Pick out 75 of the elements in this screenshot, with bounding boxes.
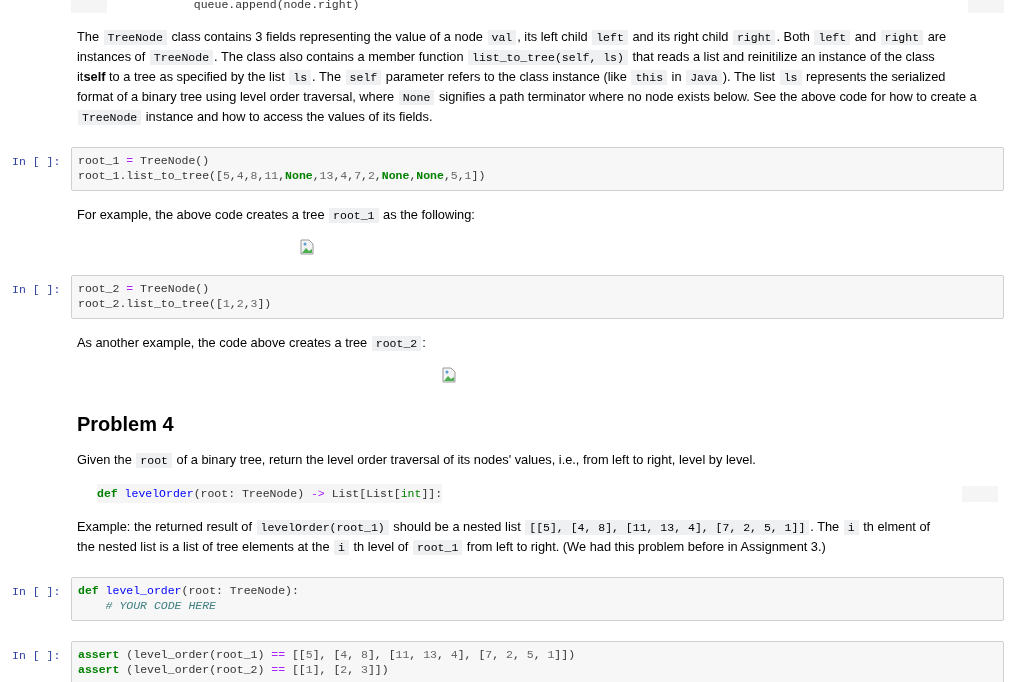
paragraph-text: itself to a tree as specified by the list (77, 69, 286, 84)
inline-code: [[5], [4, 8], [11, 13, 4], [7, 2, 5, 1]] (525, 520, 810, 535)
paragraph-text: in (670, 69, 683, 84)
inline-code: levelOrder(root_1) (256, 520, 389, 535)
paragraph-text: . The class also contains a member function (214, 49, 465, 64)
paragraph-text: represents the serialized (805, 69, 946, 84)
code-line: # YOUR CODE HERE (104, 598, 218, 613)
inline-code: ls (779, 70, 802, 85)
code-line: assert (level_order(root_2) == [[1], [2, 3]]) (78, 662, 390, 677)
paragraph-text: signifies a path terminator where no node exists below. See the above code for how to create a (437, 89, 977, 104)
cell-prompt: In [ ]: (12, 648, 62, 662)
paragraph-text: . The (810, 519, 841, 534)
broken-image-icon (441, 367, 457, 383)
paragraph-text: For example, the above code creates a tree (77, 207, 326, 222)
section-heading: Problem 4 (76, 413, 175, 436)
paragraph-text: parameter refers to the class instance (like (384, 69, 628, 84)
cell-prompt: In [ ]: (12, 154, 62, 168)
paragraph-text: , its left child (517, 29, 589, 44)
paragraph-text: and (853, 29, 877, 44)
code-cell[interactable]: root_1 = TreeNode() root_1.list_to_tree([5,4,8,11,None,13,4,7,2,None,None,5,1]) (71, 147, 1004, 191)
paragraph-text: th level of (352, 539, 410, 554)
paragraph-text: th elment of (862, 519, 931, 534)
paragraph-text: : (422, 335, 426, 350)
inline-code: root_1 (329, 208, 379, 223)
paragraph-text: of a binary tree, return the level order traversal of its nodes' values, i.e., from left to right, level by level. (175, 452, 756, 467)
inline-code: val (487, 30, 517, 45)
inline-code: left (814, 30, 851, 45)
code-line: root_1.list_to_tree([5,4,8,11,None,13,4,7,2,None,None,5,1]) (78, 168, 487, 183)
paragraph-text: instance and how to access the values of its fields. (144, 109, 433, 124)
inline-code: left (592, 30, 628, 45)
paragraph-text: Given the (77, 452, 133, 467)
inline-code: i (334, 540, 349, 555)
code-cell[interactable]: root_2 = TreeNode() root_2.list_to_tree([1,2,3]) (71, 275, 1004, 319)
broken-image-icon (299, 239, 315, 255)
inline-code: this (631, 70, 668, 85)
inline-code: TreeNode (103, 30, 167, 45)
code-line: root_1 = TreeNode() (78, 153, 211, 168)
inline-code: right (880, 30, 924, 45)
code-line: root_2 = TreeNode() (78, 281, 211, 296)
code-line: def level_order(root: TreeNode): (78, 583, 300, 598)
inline-code: list_to_tree(self, ls) (468, 50, 628, 65)
paragraph-text: are (926, 29, 947, 44)
inline-code: right (732, 30, 776, 45)
code-cell[interactable]: assert (level_order(root_1) == [[5], [4, 8], [11, 13, 4], [7, 2, 5, 1]]) assert (level_order(root_2) == [[1], [2, 3]]) (71, 641, 1004, 682)
inline-code: i (843, 520, 859, 535)
inline-code: ls (289, 70, 312, 85)
code-line: assert (level_order(root_1) == [[5], [4, 8], [11, 13, 4], [7, 2, 5, 1]]) (78, 647, 577, 662)
cell-prompt: In [ ]: (12, 584, 62, 598)
inline-code: self (345, 70, 382, 85)
inline-code: root_2 (371, 336, 422, 351)
paragraph-text: the nested list is a list of tree elements at the (77, 539, 331, 554)
inline-code: root_1 (412, 540, 463, 555)
inline-code: TreeNode (78, 110, 142, 125)
paragraph-text: . Both (776, 29, 811, 44)
paragraph-text: instances of (77, 49, 147, 64)
inline-code: Java (686, 70, 722, 85)
paragraph-text: format of a binary tree using level order traversal, where (77, 89, 396, 104)
inline-code: TreeNode (149, 50, 214, 65)
code-line: queue.append(node.right) (192, 0, 360, 13)
paragraph-text: and its right child (631, 29, 730, 44)
paragraph-text: as the following: (382, 207, 475, 222)
paragraph-text: class contains 3 fields representing the value of a node (170, 29, 484, 44)
paragraph-text: Example: the returned result of (77, 519, 253, 534)
paragraph-text: The (77, 29, 101, 44)
paragraph-text: should be a nested list (392, 519, 522, 534)
paragraph-text: from left to right. (We had this problem before in Assignment 3.) (465, 539, 826, 554)
paragraph-text: ). The list (722, 69, 777, 84)
code-cell[interactable]: def level_order(root: TreeNode): # YOUR CODE HERE (71, 577, 1004, 621)
paragraph-text: As another example, the code above creates a tree (77, 335, 369, 350)
paragraph-text: . The (312, 69, 343, 84)
inline-code: root (136, 453, 172, 468)
inline-code: None (398, 90, 435, 105)
cell-prompt: In [ ]: (12, 282, 62, 296)
code-line: root_2.list_to_tree([1,2,3]) (78, 296, 273, 311)
paragraph-text: that reads a list and reinitilize an instance of the class (631, 49, 935, 64)
